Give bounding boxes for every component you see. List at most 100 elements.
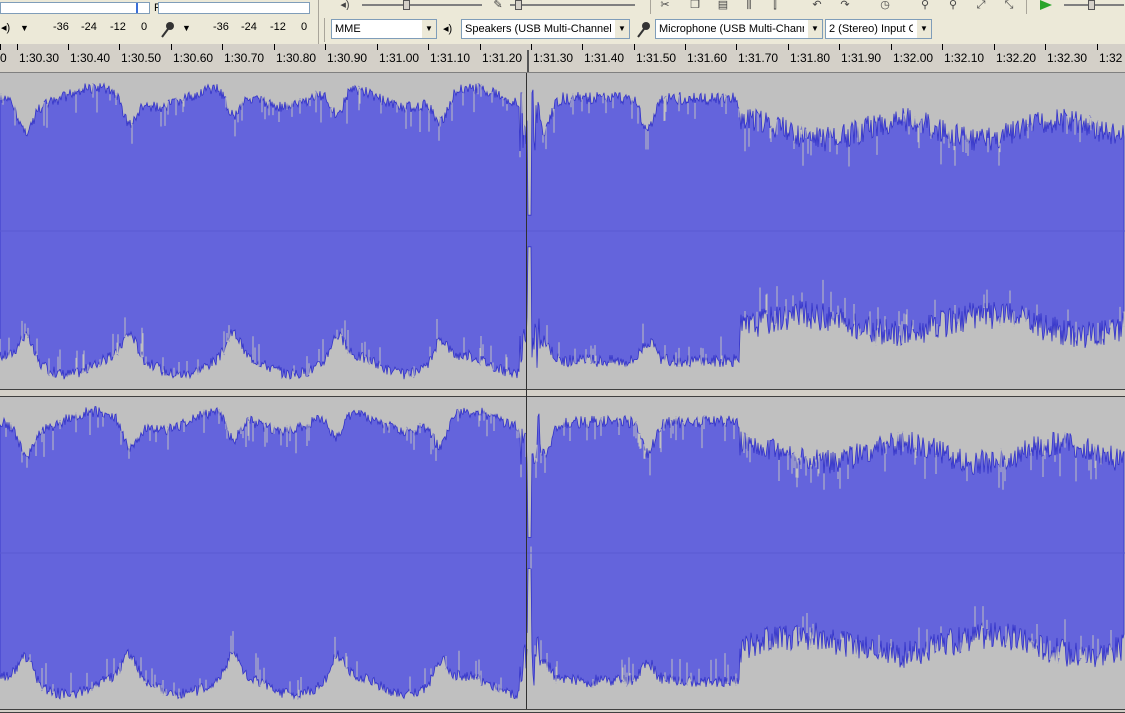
ruler-time-label: 1:30.70 [224, 51, 265, 65]
chevron-down-icon[interactable]: ▼ [422, 20, 436, 38]
rec-scale-tick: -24 [241, 21, 257, 33]
speaker-icon: ◂) [340, 0, 350, 10]
cut-icon[interactable]: ✂ [658, 0, 672, 10]
playback-meter-bar[interactable] [0, 2, 150, 14]
silence-icon[interactable]: ⫿ [768, 0, 782, 10]
toolbar-area: R ◂) ▼ -36 -24 -12 0 ▼ -36 -24 -12 0 ◂) … [0, 0, 1125, 45]
input-channels-select[interactable]: 2 (Stereo) Input C ▼ [825, 19, 932, 39]
ruler-time-label: 1:31.70 [738, 51, 779, 65]
ruler-tick [736, 44, 737, 50]
rec-scale-tick: -36 [213, 21, 229, 33]
ruler-tick [377, 44, 378, 50]
fit-selection-icon[interactable]: ⤢ [974, 0, 988, 10]
chevron-down-icon[interactable]: ▼ [182, 23, 191, 33]
ruler-time-label: 1:32.30 [1047, 51, 1088, 65]
chevron-down-icon[interactable]: ▼ [615, 20, 629, 38]
chevron-down-icon[interactable]: ▼ [917, 20, 931, 38]
speaker-icon: ◂) [443, 23, 453, 35]
redo-icon[interactable]: ↷ [838, 0, 852, 10]
record-volume-slider[interactable] [510, 4, 635, 6]
ruler-tick [119, 44, 120, 50]
playback-volume-slider[interactable] [362, 4, 482, 6]
undo-icon[interactable]: ↶ [810, 0, 824, 10]
rec-scale-tick: -12 [270, 21, 286, 33]
ruler-tick [68, 44, 69, 50]
waveform [0, 82, 1125, 380]
ruler-time-label: 1:31.00 [379, 51, 420, 65]
ruler-time-label: 1:31.30 [533, 51, 574, 65]
toolbar-divider [318, 0, 319, 44]
audio-track-right-channel[interactable] [0, 397, 1125, 709]
chevron-down-icon[interactable]: ▼ [808, 20, 822, 38]
ruler-tick [222, 44, 223, 50]
waveform [0, 406, 1125, 700]
ruler-tick [531, 44, 532, 50]
ruler-tick [17, 44, 18, 50]
ruler-time-label: 0 [0, 51, 7, 65]
ruler-time-label: 1:31.20 [482, 51, 523, 65]
trim-icon[interactable]: ⫼ [742, 0, 756, 10]
ruler-time-label: 1:30.30 [19, 51, 60, 65]
playback-volume-thumb[interactable] [403, 0, 410, 10]
timeline-ruler[interactable]: 0 1:30.30 1:30.40 1:30.50 1:30.60 1:30.70 1:30… [0, 44, 1125, 73]
ruler-tick [839, 44, 840, 50]
audio-host-value: MME [335, 23, 361, 35]
copy-icon[interactable]: ❐ [688, 0, 702, 10]
sync-lock-icon[interactable]: ◷ [878, 0, 892, 10]
ruler-time-label: 1:32.10 [944, 51, 985, 65]
ruler-time-label: 1:30.40 [70, 51, 111, 65]
ruler-tick [582, 44, 583, 50]
ruler-time-label: 1:30.50 [121, 51, 162, 65]
ruler-time-label: 1:32.20 [996, 51, 1037, 65]
paste-icon[interactable]: ▤ [716, 0, 730, 10]
ruler-time-label: 1:30.90 [327, 51, 368, 65]
ruler-tick [274, 44, 275, 50]
audio-host-select[interactable]: MME ▼ [331, 19, 437, 39]
toolbar-divider [324, 18, 325, 42]
record-meter-bar[interactable] [158, 2, 310, 14]
microphone-icon [637, 22, 650, 38]
ruler-tick [685, 44, 686, 50]
ruler-time-label: 1:31.40 [584, 51, 625, 65]
audio-track-left-channel[interactable] [0, 73, 1125, 389]
toolbar-divider [650, 0, 651, 14]
play-scale-tick: -36 [53, 21, 69, 33]
output-device-select[interactable]: Speakers (USB Multi-Channel A ▼ [461, 19, 630, 39]
chevron-down-icon[interactable]: ▼ [20, 23, 29, 33]
fit-project-icon[interactable]: ⤡ [1002, 0, 1016, 10]
input-device-value: Microphone (USB Multi-Channe [659, 23, 804, 35]
ruler-time-label: 1:31.10 [430, 51, 471, 65]
play-at-speed-thumb[interactable] [1088, 0, 1095, 10]
input-device-select[interactable]: Microphone (USB Multi-Channe ▼ [655, 19, 823, 39]
ruler-time-label: 1:32 [1099, 51, 1123, 65]
input-channels-value: 2 (Stereo) Input C [829, 23, 913, 35]
microphone-icon: ✎ [493, 0, 503, 10]
edit-cursor [526, 73, 527, 709]
zoom-in-icon[interactable]: ⚲ [918, 0, 932, 10]
ruler-time-label: 1:31.50 [636, 51, 677, 65]
speaker-icon[interactable]: ◂) [1, 21, 10, 34]
toolbar-divider [1026, 0, 1027, 14]
ruler-time-label: 1:32.00 [893, 51, 934, 65]
play-icon[interactable] [1039, 0, 1053, 10]
zoom-out-icon[interactable]: ⚲ [946, 0, 960, 10]
microphone-icon[interactable] [160, 21, 176, 39]
ruler-tick [480, 44, 481, 50]
ruler-tick [1045, 44, 1046, 50]
playhead-marker[interactable] [527, 50, 529, 72]
ruler-time-label: 1:31.90 [841, 51, 882, 65]
output-device-value: Speakers (USB Multi-Channel A [465, 23, 611, 35]
meter-toolbar: R ◂) ▼ -36 -24 -12 0 ▼ -36 -24 -12 0 [0, 0, 316, 44]
ruler-tick [0, 44, 1, 50]
ruler-tick [428, 44, 429, 50]
track-bottom-border [0, 709, 1125, 713]
play-scale-tick: -24 [81, 21, 97, 33]
ruler-time-label: 1:30.80 [276, 51, 317, 65]
ruler-tick [325, 44, 326, 50]
ruler-time-label: 1:30.60 [173, 51, 214, 65]
channel-separator [0, 389, 1125, 397]
ruler-time-label: 1:31.80 [790, 51, 831, 65]
record-volume-thumb[interactable] [515, 0, 522, 10]
ruler-tick [994, 44, 995, 50]
ruler-time-label: 1:31.60 [687, 51, 728, 65]
